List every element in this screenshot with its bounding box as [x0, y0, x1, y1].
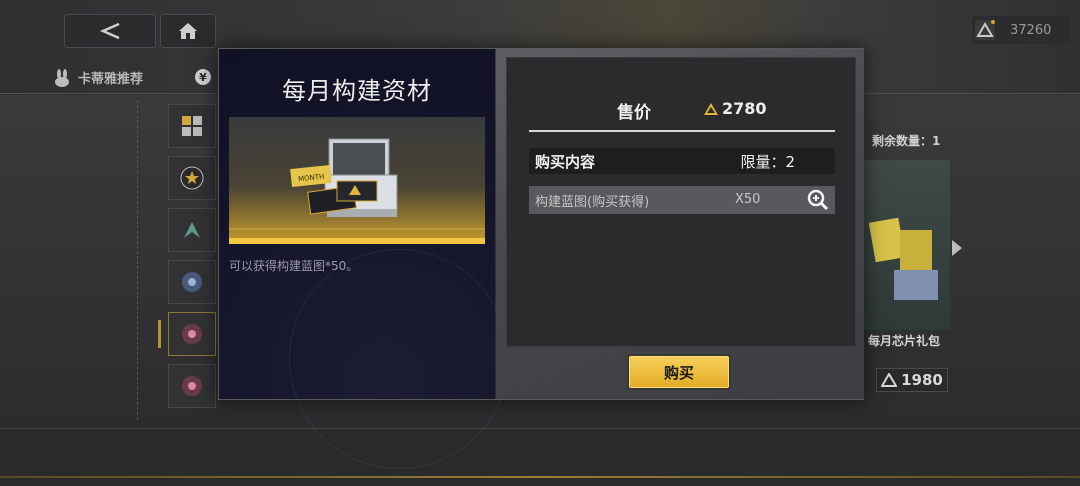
back-arrow-icon [99, 22, 120, 40]
home-icon [179, 23, 197, 39]
zoom-in-icon[interactable] [807, 189, 829, 215]
bunny-icon [55, 68, 69, 87]
selected-marker [158, 320, 161, 348]
decorative-ring [289, 249, 509, 469]
item-info-panel: 每月构建资材 MONTH 可以获得构建蓝图*50。 [219, 49, 509, 469]
currency-display: 37260 [972, 16, 1070, 44]
back-button[interactable] [64, 14, 156, 48]
chip-pack-name: 每月芯片礼包 [868, 334, 941, 348]
contents-header: 购买内容 限量：2 [529, 148, 835, 174]
currency-amount: 37260 [1010, 22, 1052, 38]
content-item-qty: X50 [735, 192, 761, 207]
purchase-limit: 限量：2 [740, 152, 795, 171]
item-title: 每月构建资材 [282, 77, 432, 105]
purchase-modal: 每月构建资材 MONTH 可以获得构建蓝图*50。 售价 2780 购买内容 限… [218, 48, 864, 469]
home-button[interactable] [160, 14, 216, 48]
star-badge-icon [180, 166, 204, 190]
price-amount: 2780 [722, 99, 767, 118]
flower-icon [182, 324, 202, 344]
item-rarity-bar [229, 238, 485, 244]
background-divider [137, 100, 138, 420]
currency-triangle-icon [975, 20, 995, 40]
chip-pack-card[interactable]: 剩余数量：1 每月芯片礼包 1980 [864, 120, 950, 392]
category-item-6[interactable] [168, 364, 216, 408]
bottom-bar [0, 428, 1080, 486]
emblem-icon [182, 272, 202, 292]
flower-icon [182, 376, 202, 396]
content-item-name: 构建蓝图(购买获得) [535, 194, 650, 210]
currency-triangle-icon [704, 102, 718, 115]
tab-yen[interactable]: ¥ [194, 68, 212, 86]
next-arrow-icon[interactable] [952, 240, 962, 256]
category-item-1[interactable] [168, 104, 216, 148]
chip-pack-price[interactable]: 1980 [876, 368, 948, 392]
currency-triangle-icon [881, 373, 898, 387]
price-label: 售价 [617, 103, 651, 123]
svg-text:¥: ¥ [199, 71, 207, 84]
chip-pack-image [864, 160, 950, 330]
buy-button[interactable]: 购买 [629, 356, 729, 388]
tab-katya-recommend[interactable]: 卡蒂雅推荐 [52, 68, 143, 87]
grid-icon [182, 116, 202, 136]
tab-label: 卡蒂雅推荐 [78, 72, 144, 87]
category-item-3[interactable] [168, 208, 216, 252]
yen-icon: ¥ [195, 69, 211, 85]
category-item-2[interactable] [168, 156, 216, 200]
content-item-row: 构建蓝图(购买获得) X50 [529, 186, 835, 214]
contents-label: 购买内容 [535, 152, 596, 171]
item-image: MONTH [229, 117, 485, 244]
price-value: 2780 [703, 99, 767, 118]
purchase-panel: 售价 2780 购买内容 限量：2 构建蓝图(购买获得) X50 购买 [496, 49, 864, 399]
chip-pack-price-value: 1980 [901, 371, 943, 389]
category-item-5[interactable] [168, 312, 216, 356]
ribbon-icon [184, 222, 200, 238]
price-row: 售价 2780 [507, 98, 857, 123]
bottom-gold-line [0, 476, 1080, 478]
price-divider [529, 130, 835, 132]
purchase-details: 售价 2780 购买内容 限量：2 构建蓝图(购买获得) X50 [506, 57, 856, 347]
remaining-quantity: 剩余数量：1 [872, 134, 941, 148]
category-item-4[interactable] [168, 260, 216, 304]
item-description: 可以获得构建蓝图*50。 [229, 259, 359, 273]
